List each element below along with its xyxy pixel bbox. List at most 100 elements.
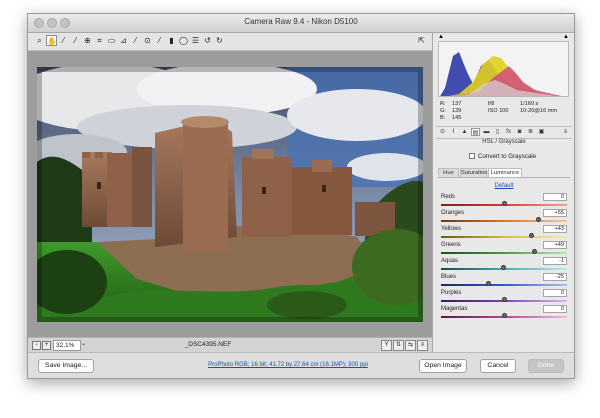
default-link[interactable]: Default (433, 183, 574, 189)
b-value: 145 (452, 115, 462, 121)
preview-area (28, 51, 432, 348)
convert-grayscale-checkbox[interactable] (469, 153, 475, 160)
targeted-adjustment-tool-icon[interactable]: ⊕ (82, 35, 93, 46)
spot-removal-tool-icon[interactable]: ⁄ (130, 35, 141, 46)
slider-thumb[interactable] (500, 265, 506, 270)
slider-track[interactable] (441, 297, 567, 302)
save-image-button[interactable]: Save Image... (38, 359, 94, 373)
slider-label: Reds (441, 194, 456, 200)
slider-value-field[interactable]: 0 (543, 305, 567, 313)
slider-track[interactable] (441, 281, 567, 286)
camera-calibration-tab-icon[interactable]: ◙ (515, 128, 524, 136)
slider-track[interactable] (441, 217, 567, 222)
slider-value-field[interactable]: 0 (543, 289, 567, 297)
presets-tab-icon[interactable]: ≣ (526, 128, 535, 136)
camera-raw-window: Camera Raw 9.4 - Nikon D5100 ⇱ ⌕ ✋ ⁄ ⁄ ⊕ ⌗ ▭ ⊿ ⁄… (27, 13, 575, 379)
slider-value-field[interactable]: +43 (543, 225, 567, 233)
rotate-right-icon[interactable]: ↻ (214, 35, 225, 46)
graduated-filter-tool-icon[interactable]: ▮ (166, 35, 177, 46)
slider-label: Greens (441, 242, 461, 248)
highlight-clipping-icon[interactable]: ▲ (563, 34, 569, 40)
done-button[interactable]: Done (528, 359, 564, 373)
zoom-tool-icon[interactable]: ⌕ (34, 35, 45, 46)
window-title: Camera Raw 9.4 - Nikon D5100 (244, 17, 358, 26)
chevron-down-icon[interactable]: ⌄ (81, 340, 86, 347)
swap-settings-button[interactable]: ⇆ (405, 340, 416, 351)
slider-track[interactable] (441, 313, 567, 318)
slider-value-field[interactable]: -1 (543, 257, 567, 265)
hand-tool-icon[interactable]: ✋ (46, 35, 57, 46)
adjustment-brush-tool-icon[interactable]: ⁄ (154, 35, 165, 46)
slider-value-field[interactable]: -25 (543, 273, 567, 281)
slider-track[interactable] (441, 265, 567, 270)
slider-reds: Reds 0 (438, 193, 570, 209)
slider-thumb[interactable] (501, 297, 507, 302)
subtab-saturation[interactable]: Saturation (460, 168, 487, 177)
convert-grayscale-label: Convert to Grayscale (478, 153, 537, 160)
slider-value-field[interactable]: +55 (543, 209, 567, 217)
radial-filter-tool-icon[interactable]: ◯ (178, 35, 189, 46)
histogram (438, 41, 569, 97)
preferences-icon[interactable]: ☰ (190, 35, 201, 46)
subtab-hue[interactable]: Hue (438, 168, 459, 177)
iso-value: ISO 100 (488, 108, 509, 114)
histogram-graph (440, 52, 562, 96)
rotate-left-icon[interactable]: ↺ (202, 35, 213, 46)
open-image-button[interactable]: Open Image (419, 359, 467, 373)
slider-yellows: Yellows +43 (438, 225, 570, 241)
cancel-button[interactable]: Cancel (480, 359, 516, 373)
basic-tab-icon[interactable]: ⊙ (438, 128, 447, 136)
lens-corrections-tab-icon[interactable]: ▯ (493, 128, 502, 136)
slider-label: Yellows (441, 226, 462, 232)
convert-grayscale-row[interactable]: Convert to Grayscale (469, 153, 536, 160)
detail-tab-icon[interactable]: ▲ (460, 128, 469, 136)
workflow-options-link[interactable]: ProPhoto RGB; 16 bit; 41.72 by 27.64 cm … (178, 362, 398, 368)
zoom-level-field[interactable]: 32.1% (53, 340, 81, 351)
slider-label: Aquas (441, 258, 459, 264)
image-preview[interactable] (37, 67, 423, 322)
shadow-clipping-icon[interactable]: ▲ (438, 34, 444, 40)
settings-menu-icon[interactable]: ≡ (417, 340, 428, 351)
slider-value-field[interactable]: 0 (543, 193, 567, 201)
straighten-tool-icon[interactable]: ▭ (106, 35, 117, 46)
slider-thumb[interactable] (528, 233, 534, 238)
slider-track[interactable] (441, 201, 567, 206)
zoom-in-button[interactable]: + (42, 341, 51, 350)
g-value: 139 (452, 108, 462, 114)
hsl-tab-icon[interactable]: ▤ (471, 128, 480, 136)
snapshots-tab-icon[interactable]: ▣ (537, 128, 546, 136)
slider-value-field[interactable]: +49 (543, 241, 567, 249)
zoom-out-button[interactable]: − (32, 341, 41, 350)
before-after-button[interactable]: ⇅ (393, 340, 404, 351)
slider-track[interactable] (441, 249, 567, 254)
status-bar: − + 32.1% ⌄ _DSC4395.NEF Y ⇅ ⇆ ≡ (28, 337, 432, 352)
aperture-value: f/8 (488, 101, 495, 107)
slider-blues: Blues -25 (438, 273, 570, 289)
r-label: R: (440, 101, 446, 107)
slider-thumb[interactable] (532, 249, 538, 254)
color-sampler-tool-icon[interactable]: ⁄ (70, 35, 81, 46)
red-eye-tool-icon[interactable]: ⊙ (142, 35, 153, 46)
adjustment-panel: ▲ ▲ R: 137 G: 139 B: 145 f/8 1/160 s ISO… (432, 33, 574, 352)
toolbar: ⇱ ⌕ ✋ ⁄ ⁄ ⊕ ⌗ ▭ ⊿ ⁄ ⊙ ⁄ ▮ ◯ ☰ ↺ ↻ (28, 33, 432, 51)
panel-menu-icon[interactable]: ≡ (561, 128, 570, 136)
split-toning-tab-icon[interactable]: ▬ (482, 128, 491, 136)
subtab-luminance[interactable]: Luminance (488, 168, 522, 177)
slider-thumb[interactable] (501, 313, 507, 318)
tone-curve-tab-icon[interactable]: ⌇ (449, 128, 458, 136)
lens-value: 10-20@16 mm (520, 108, 558, 114)
slider-greens: Greens +49 (438, 241, 570, 257)
preview-toggle-button[interactable]: Y (381, 340, 392, 351)
effects-tab-icon[interactable]: fx (504, 128, 513, 136)
slider-label: Oranges (441, 210, 465, 216)
slider-thumb[interactable] (536, 217, 542, 222)
slider-label: Magentas (441, 306, 468, 312)
white-balance-tool-icon[interactable]: ⁄ (58, 35, 69, 46)
crop-tool-icon[interactable]: ⌗ (94, 35, 105, 46)
fullscreen-toggle-icon[interactable]: ⇱ (416, 35, 427, 46)
slider-thumb[interactable] (485, 281, 491, 286)
slider-oranges: Oranges +55 (438, 209, 570, 225)
slider-thumb[interactable] (501, 201, 507, 206)
transform-tool-icon[interactable]: ⊿ (118, 35, 129, 46)
slider-track[interactable] (441, 233, 567, 238)
